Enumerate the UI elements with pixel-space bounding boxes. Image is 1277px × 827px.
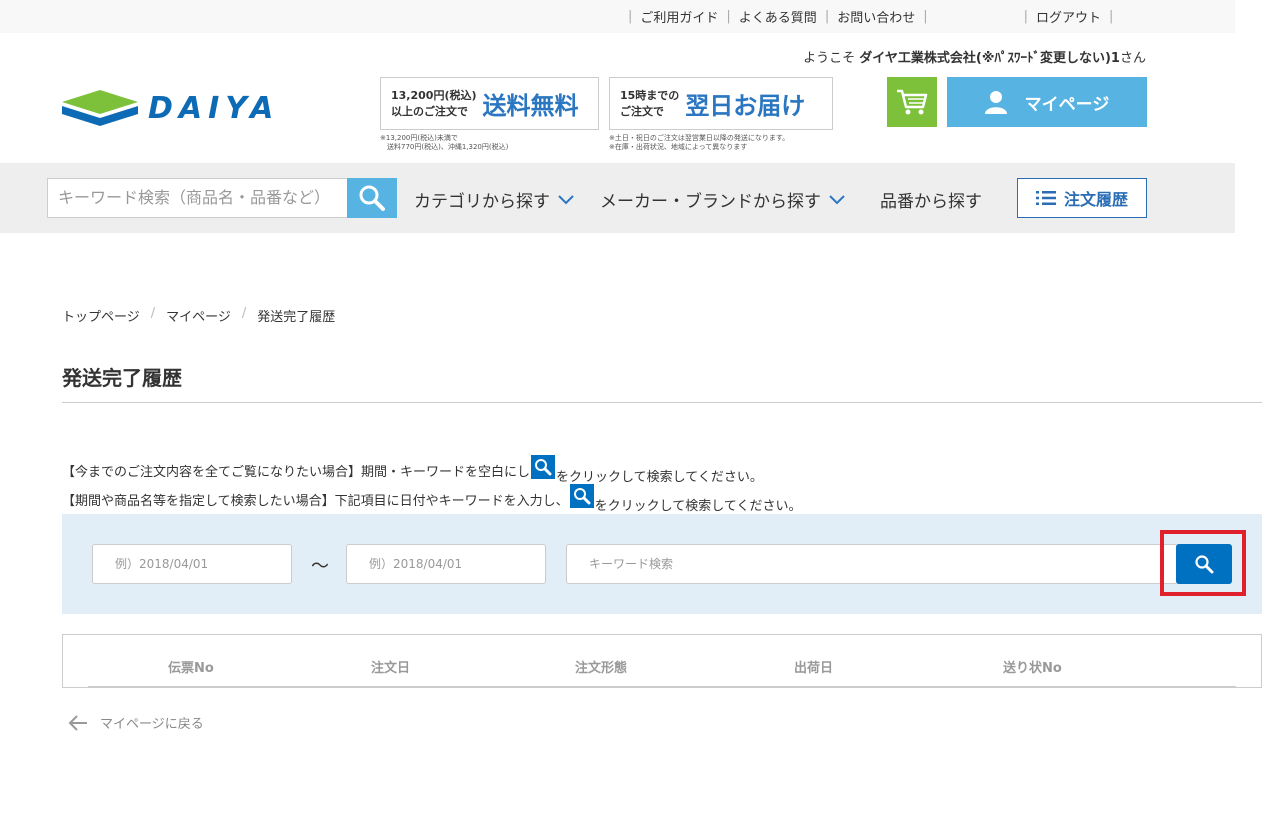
faq-link[interactable]: よくある質問 xyxy=(739,7,817,26)
logo-wordmark: DAIYA xyxy=(148,90,280,126)
keyword-search-input[interactable]: キーワード検索 xyxy=(566,544,1178,584)
free-shipping-banner[interactable]: 13,200円(税込) 以上のご注文で 送料無料 xyxy=(380,77,599,130)
main-nav: キーワード検索（商品名・品番など） カテゴリから探す メーカー・ブランドから探す… xyxy=(0,163,1235,233)
date-from-input[interactable]: 例）2018/04/01 xyxy=(92,544,292,584)
nav-maker-brand[interactable]: メーカー・ブランドから探す xyxy=(600,187,845,212)
col-tracking-no: 送り状No xyxy=(1003,661,1062,676)
chevron-down-icon xyxy=(829,194,845,204)
top-utility-bar: | ご利用ガイド | よくある質問 | お問い合わせ | | ログアウト | xyxy=(0,0,1235,33)
next-day-delivery-banner[interactable]: 15時までの ご注文で 翌日お届け xyxy=(609,77,833,130)
cart-button[interactable] xyxy=(887,77,937,127)
history-search-panel: 例）2018/04/01 ～ 例）2018/04/01 キーワード検索 xyxy=(62,514,1262,614)
breadcrumb-mypage[interactable]: マイページ xyxy=(166,306,231,325)
title-divider xyxy=(62,402,1262,403)
instruction-line-1: 【今までのご注文内容を全てご覧になりたい場合】期間・キーワードを空白にし をクリ… xyxy=(62,454,763,485)
arrow-left-icon xyxy=(68,714,87,731)
shipping-note: ※13,200円(税込)未満で 送料770円(税込)、沖縄1,320円(税込) xyxy=(380,134,509,151)
col-order-type: 注文形態 xyxy=(575,661,628,676)
logout-link[interactable]: ログアウト xyxy=(1036,7,1101,26)
breadcrumb-current: 発送完了履歴 xyxy=(257,310,336,325)
guide-link[interactable]: ご利用ガイド xyxy=(640,7,718,26)
nav-part-number[interactable]: 品番から探す xyxy=(880,187,982,212)
search-button-highlight xyxy=(1160,530,1246,596)
mypage-button[interactable]: マイページ xyxy=(947,77,1147,127)
user-company-name: ダイヤ工業株式会社(※ﾊﾟｽﾜｰﾄﾞ変更しない)1 xyxy=(859,51,1120,66)
col-order-date: 注文日 xyxy=(371,661,411,676)
search-icon xyxy=(569,483,594,508)
col-slip-no: 伝票No xyxy=(168,661,214,676)
col-ship-date: 出荷日 xyxy=(794,661,834,676)
delivery-note: ※土日・祝日のご注文は翌営業日以降の発送になります。 ※在庫・出荷状況、地域によ… xyxy=(609,134,790,151)
shipment-history-table: 伝票No 注文日 注文形態 出荷日 送り状No xyxy=(62,634,1262,688)
welcome-message: ようこそ ダイヤ工業株式会社(※ﾊﾟｽﾜｰﾄﾞ変更しない)1さん xyxy=(803,51,1146,66)
list-icon xyxy=(1035,191,1056,205)
chevron-down-icon xyxy=(558,194,574,204)
utility-links: | ご利用ガイド | よくある質問 | お問い合わせ | | ログアウト | xyxy=(628,7,1114,26)
date-range-separator: ～ xyxy=(311,556,329,577)
cart-icon xyxy=(897,89,928,115)
back-to-mypage-link[interactable]: マイページに戻る xyxy=(68,713,204,732)
order-history-button[interactable]: 注文履歴 xyxy=(1017,178,1147,218)
table-header: 伝票No 注文日 注文形態 出荷日 送り状No xyxy=(88,635,1236,687)
header-search-button[interactable] xyxy=(347,178,397,218)
contact-link[interactable]: お問い合わせ xyxy=(837,7,915,26)
nav-category[interactable]: カテゴリから探す xyxy=(414,187,574,212)
instruction-line-2: 【期間や商品名等を指定して検索したい場合】下記項目に日付やキーワードを入力し、 … xyxy=(62,483,801,514)
breadcrumb: トップページ / マイページ / 発送完了履歴 xyxy=(62,306,336,325)
page-title: 発送完了履歴 xyxy=(62,366,182,390)
logo-mark-icon xyxy=(62,90,138,126)
header-search-input[interactable]: キーワード検索（商品名・品番など） xyxy=(47,178,347,218)
site-logo[interactable]: DAIYA xyxy=(62,88,279,128)
breadcrumb-top[interactable]: トップページ xyxy=(62,306,140,325)
search-icon xyxy=(531,454,556,479)
search-icon xyxy=(359,185,385,211)
user-icon xyxy=(984,91,1007,114)
date-to-input[interactable]: 例）2018/04/01 xyxy=(346,544,546,584)
